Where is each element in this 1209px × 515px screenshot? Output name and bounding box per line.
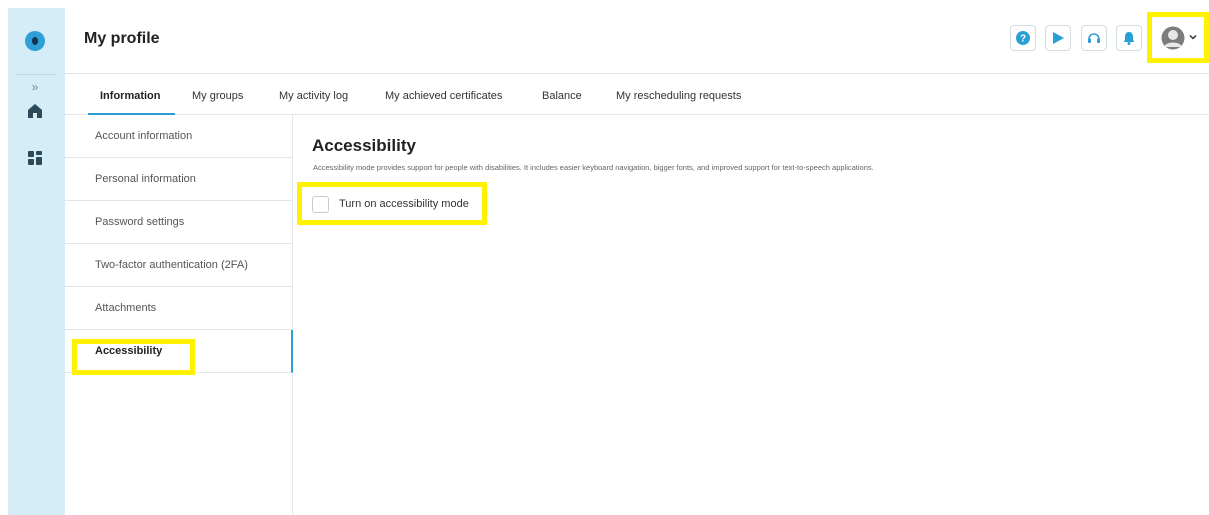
section-description: Accessibility mode provides support for … <box>313 163 874 172</box>
chevron-down-icon[interactable] <box>1188 32 1198 42</box>
side-item-personal-information[interactable]: Personal information <box>65 158 293 201</box>
main-panel: My profile ? Information My groups My ac… <box>65 8 1209 515</box>
side-item-attachments[interactable]: Attachments <box>65 287 293 330</box>
side-item-label: Account information <box>95 130 193 142</box>
help-icon: ? <box>1016 31 1030 45</box>
side-item-label: Two-factor authentication (2FA) <box>95 259 248 271</box>
play-icon <box>1053 32 1064 44</box>
rail-divider <box>16 74 57 75</box>
side-item-password-settings[interactable]: Password settings <box>65 201 293 244</box>
support-button[interactable] <box>1081 25 1107 51</box>
side-item-label: Personal information <box>95 173 196 185</box>
profile-side-menu: Account information Personal information… <box>65 115 293 515</box>
avatar-icon[interactable] <box>1160 26 1186 50</box>
tab-bar: Information My groups My activity log My… <box>65 75 1209 115</box>
side-item-two-factor-authentication[interactable]: Two-factor authentication (2FA) <box>65 244 293 287</box>
play-button[interactable] <box>1045 25 1071 51</box>
svg-text:?: ? <box>1020 34 1026 45</box>
user-menu[interactable] <box>1147 12 1209 63</box>
side-item-label: Attachments <box>95 302 157 314</box>
header-bar: My profile ? <box>65 8 1209 74</box>
help-button[interactable]: ? <box>1010 25 1036 51</box>
accessibility-toggle-row: Turn on accessibility mode <box>297 182 487 225</box>
side-item-label: Password settings <box>95 216 185 228</box>
side-item-label: Accessibility <box>95 345 163 357</box>
tab-my-groups[interactable]: My groups <box>192 90 243 102</box>
notifications-button[interactable] <box>1116 25 1142 51</box>
home-icon[interactable] <box>26 102 44 120</box>
tab-information[interactable]: Information <box>100 90 161 102</box>
side-item-account-information[interactable]: Account information <box>65 115 293 158</box>
bell-icon <box>1123 32 1135 45</box>
page-title: My profile <box>84 30 160 47</box>
logo-icon[interactable] <box>25 31 45 51</box>
expand-icon[interactable]: » <box>24 78 46 96</box>
tab-my-rescheduling-requests[interactable]: My rescheduling requests <box>616 90 741 102</box>
app-window: » My profile ? Information My groups My … <box>0 0 1209 515</box>
accessibility-mode-checkbox[interactable] <box>312 196 329 213</box>
headset-icon <box>1088 33 1100 43</box>
tab-balance[interactable]: Balance <box>542 90 582 102</box>
nav-rail: » <box>8 8 65 515</box>
dashboard-icon[interactable] <box>26 149 44 167</box>
tab-my-activity-log[interactable]: My activity log <box>279 90 348 102</box>
side-item-accessibility[interactable]: Accessibility <box>65 330 293 373</box>
section-title: Accessibility <box>312 136 416 155</box>
accessibility-mode-label[interactable]: Turn on accessibility mode <box>339 198 469 210</box>
tab-my-achieved-certificates[interactable]: My achieved certificates <box>385 90 502 102</box>
